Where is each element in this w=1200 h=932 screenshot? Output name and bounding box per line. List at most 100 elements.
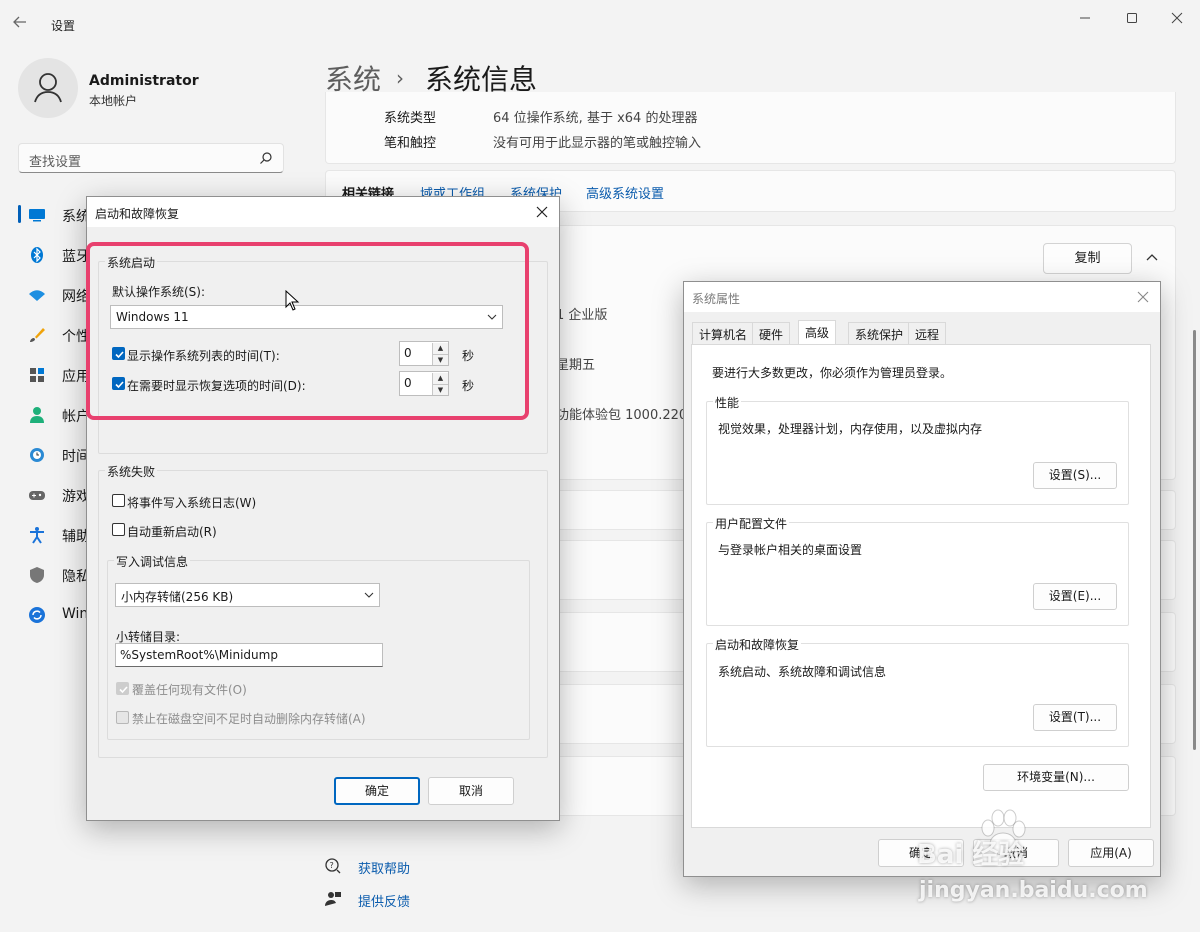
spec-value: 没有可用于此显示器的笔或触控输入 — [493, 136, 702, 151]
gamepad-icon — [28, 486, 46, 504]
dump-dir-value: %SystemRoot%\Minidump — [120, 648, 278, 662]
nav-item-bluetooth[interactable]: 蓝牙 — [18, 237, 90, 273]
watermark: Bai 经验 jingyan.baidu.com — [915, 800, 1160, 912]
overwrite-checkbox[interactable] — [116, 682, 129, 695]
tab-advanced[interactable]: 高级 — [798, 320, 837, 344]
startup-recovery-settings-button[interactable]: 设置(T)... — [1033, 704, 1117, 731]
app-title: 设置 — [51, 19, 76, 33]
bluetooth-icon — [28, 246, 46, 264]
nav-item-windows-update[interactable]: Win — [18, 597, 88, 633]
nav-label: Win — [62, 606, 89, 622]
nav-item-apps[interactable]: 应用 — [18, 357, 90, 393]
spec-fragment: 功能体验包 1000.2200 — [556, 408, 696, 423]
mouse-cursor-icon — [285, 290, 301, 312]
startup-recovery-desc: 系统启动、系统故障和调试信息 — [718, 665, 887, 679]
admin-note: 要进行大多数更改，你必须作为管理员登录。 — [712, 366, 953, 380]
spec-fragment: 星期五 — [556, 358, 596, 373]
give-feedback-link[interactable]: 提供反馈 — [358, 891, 410, 910]
disable-auto-delete-checkbox[interactable] — [116, 711, 129, 724]
nav-item-personalization[interactable]: 个性 — [18, 317, 90, 353]
write-event-checkbox[interactable] — [112, 494, 125, 507]
nav-item-time[interactable]: 时间 — [18, 437, 90, 473]
chevron-down-icon — [364, 591, 374, 599]
auto-restart-checkbox[interactable] — [112, 523, 125, 536]
performance-desc: 视觉效果，处理器计划，内存使用，以及虚拟内存 — [718, 422, 983, 436]
link-advanced-system-settings[interactable]: 高级系统设置 — [586, 183, 664, 202]
cancel-button[interactable]: 取消 — [428, 777, 514, 805]
close-icon[interactable] — [1164, 8, 1190, 28]
svg-text:?: ? — [330, 861, 334, 870]
user-profiles-settings-button[interactable]: 设置(E)... — [1033, 583, 1117, 610]
minimize-icon[interactable] — [1072, 8, 1098, 28]
ok-button[interactable]: 确定 — [334, 777, 420, 805]
help-chat-icon: ? — [324, 857, 342, 875]
startup-recovery-label: 启动和故障恢复 — [713, 636, 802, 653]
copy-button[interactable]: 复制 — [1043, 243, 1132, 274]
nav-item-gaming[interactable]: 游戏 — [18, 477, 90, 513]
disable-auto-delete-label: 禁止在磁盘空间不足时自动删除内存转储(A) — [132, 712, 366, 726]
highlight-annotation — [86, 242, 529, 420]
brush-icon — [28, 326, 46, 344]
wifi-icon — [28, 286, 46, 304]
clock-globe-icon — [28, 446, 46, 464]
spec-key: 笔和触控 — [384, 136, 437, 151]
apps-icon — [28, 366, 46, 384]
spec-key: 系统类型 — [384, 111, 437, 126]
search-input[interactable]: 查找设置 — [18, 143, 284, 173]
nav-item-privacy[interactable]: 隐私 — [18, 557, 90, 593]
person-icon — [28, 406, 46, 424]
monitor-icon — [28, 206, 46, 224]
scrollbar[interactable] — [1193, 330, 1196, 750]
breadcrumb-separator: › — [396, 66, 404, 90]
environment-variables-button[interactable]: 环境变量(N)... — [983, 764, 1129, 791]
chevron-up-icon[interactable] — [1144, 250, 1160, 266]
spec-value: 64 位操作系统, 基于 x64 的处理器 — [493, 111, 698, 126]
user-profiles-group — [706, 522, 1129, 626]
title-bar: 设置 — [0, 0, 1200, 50]
accessibility-icon — [28, 526, 46, 544]
device-spec-card — [325, 92, 1176, 164]
performance-settings-button[interactable]: 设置(S)... — [1033, 462, 1117, 489]
nav-item-accessibility[interactable]: 辅助 — [18, 517, 90, 553]
get-help-link[interactable]: 获取帮助 — [358, 858, 410, 877]
dialog-title: 系统属性 — [692, 292, 741, 306]
dialog-title: 启动和故障恢复 — [95, 207, 180, 221]
search-placeholder: 查找设置 — [29, 155, 82, 170]
auto-restart-label: 自动重新启动(R) — [127, 525, 217, 539]
dialog-title-bar: 启动和故障恢复 — [87, 197, 559, 227]
dump-type-select[interactable]: 小内存转储(256 KB) — [115, 583, 380, 607]
startup-recovery-group — [706, 643, 1129, 747]
tab-system-protection[interactable]: 系统保护 — [848, 322, 911, 344]
maximize-icon[interactable] — [1119, 8, 1145, 28]
write-event-label: 将事件写入系统日志(W) — [127, 496, 257, 510]
performance-group — [706, 401, 1129, 505]
spec-fragment: 1 企业版 — [556, 308, 608, 323]
close-icon[interactable] — [1136, 290, 1150, 304]
avatar[interactable] — [18, 58, 78, 118]
user-profiles-label: 用户配置文件 — [713, 515, 790, 532]
update-icon — [28, 606, 46, 624]
watermark-logo-text: Bai 经验 — [917, 840, 1025, 870]
search-icon — [259, 151, 273, 165]
shield-icon — [28, 566, 46, 584]
close-icon[interactable] — [535, 205, 549, 219]
tab-hardware[interactable]: 硬件 — [752, 322, 791, 344]
dump-dir-input[interactable]: %SystemRoot%\Minidump — [115, 643, 383, 667]
performance-label: 性能 — [713, 394, 742, 411]
user-name: Administrator — [89, 73, 199, 89]
nav-item-network[interactable]: 网络 — [18, 277, 90, 313]
system-failure-label: 系统失败 — [105, 463, 158, 480]
debug-info-label: 写入调试信息 — [114, 553, 191, 570]
overwrite-label: 覆盖任何现有文件(O) — [132, 683, 247, 697]
nav-item-accounts[interactable]: 帐户 — [18, 397, 90, 433]
back-arrow-icon[interactable] — [12, 14, 38, 36]
tab-remote[interactable]: 远程 — [908, 322, 947, 344]
account-type: 本地帐户 — [89, 94, 138, 108]
tab-computer-name[interactable]: 计算机名 — [692, 322, 755, 344]
feedback-icon — [324, 890, 342, 908]
nav-item-system[interactable]: 系统 — [18, 197, 90, 233]
user-profiles-desc: 与登录帐户相关的桌面设置 — [718, 543, 863, 557]
dialog-title-bar: 系统属性 — [684, 282, 1160, 312]
watermark-url: jingyan.baidu.com — [919, 878, 1148, 903]
dump-type-value: 小内存转储(256 KB) — [121, 590, 234, 604]
